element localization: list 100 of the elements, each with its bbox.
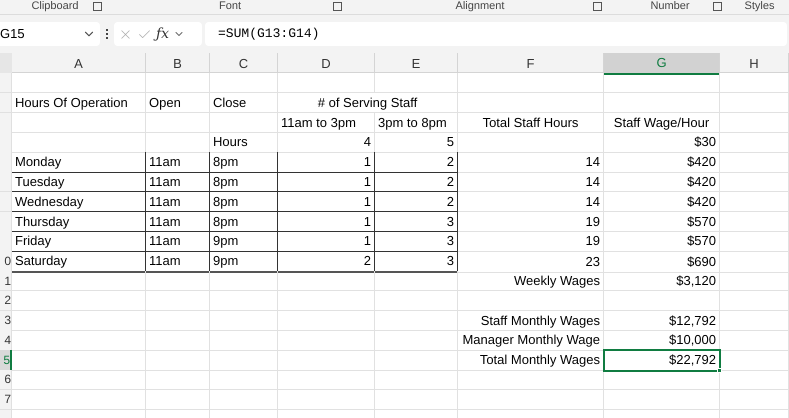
table-cell[interactable]: 1 xyxy=(278,172,375,192)
table-cell[interactable] xyxy=(720,270,789,292)
table-cell[interactable] xyxy=(720,92,789,114)
table-cell[interactable]: Friday xyxy=(12,231,146,252)
table-cell[interactable] xyxy=(375,310,458,332)
table-cell[interactable]: Staff Monthly Wages xyxy=(458,310,604,332)
column-header[interactable]: C xyxy=(210,53,278,74)
table-cell[interactable]: 8pm xyxy=(210,212,278,232)
table-cell[interactable]: 11am xyxy=(146,152,210,173)
table-cell[interactable]: Saturday xyxy=(12,251,146,273)
table-cell[interactable]: 9pm xyxy=(210,231,278,252)
table-cell[interactable] xyxy=(12,270,146,292)
table-cell[interactable] xyxy=(146,73,210,93)
table-cell[interactable]: 4 xyxy=(278,132,375,153)
table-cell[interactable] xyxy=(210,270,278,292)
table-cell[interactable]: $30 xyxy=(604,132,720,153)
table-cell[interactable] xyxy=(720,112,789,134)
table-cell[interactable]: $570 xyxy=(604,231,720,252)
table-cell[interactable] xyxy=(604,92,720,114)
table-cell[interactable] xyxy=(146,370,210,390)
table-cell[interactable]: 1 xyxy=(278,192,375,212)
dialog-launcher-icon[interactable] xyxy=(713,2,722,11)
table-cell[interactable]: Open xyxy=(146,92,210,114)
row-header[interactable]: 4 xyxy=(0,330,12,351)
table-cell[interactable]: 2 xyxy=(375,152,458,173)
table-cell[interactable]: 8pm xyxy=(210,192,278,212)
row-header[interactable]: 0 xyxy=(0,251,12,273)
row-header[interactable]: 1 xyxy=(0,270,12,292)
table-cell[interactable] xyxy=(375,290,458,311)
table-cell[interactable] xyxy=(375,390,458,410)
table-cell[interactable]: 11am xyxy=(146,172,210,192)
table-cell[interactable]: Tuesday xyxy=(12,172,146,192)
table-cell[interactable] xyxy=(720,390,789,410)
table-cell[interactable] xyxy=(720,212,789,232)
table-cell[interactable] xyxy=(146,350,210,371)
table-cell[interactable]: Hours Of Operation xyxy=(12,92,146,114)
table-cell[interactable]: Monday xyxy=(12,152,146,173)
table-cell[interactable]: 3 xyxy=(375,231,458,252)
table-cell[interactable] xyxy=(12,310,146,332)
table-cell[interactable] xyxy=(210,330,278,351)
row-header[interactable] xyxy=(0,73,12,93)
table-cell[interactable]: 11am xyxy=(146,212,210,232)
table-cell[interactable] xyxy=(375,350,458,371)
row-header[interactable] xyxy=(0,112,12,134)
table-cell[interactable] xyxy=(720,330,789,351)
table-cell[interactable]: $22,792 xyxy=(604,350,720,371)
table-cell[interactable] xyxy=(375,270,458,292)
dialog-launcher-icon[interactable] xyxy=(333,2,342,11)
table-cell[interactable] xyxy=(146,290,210,311)
table-cell[interactable]: 23 xyxy=(458,251,604,273)
row-header[interactable] xyxy=(0,212,12,232)
table-cell[interactable]: Wednesday xyxy=(12,192,146,212)
column-header[interactable]: E xyxy=(375,53,458,74)
formula-input[interactable]: =SUM(G13:G14) xyxy=(205,22,787,46)
column-header[interactable]: H xyxy=(720,53,789,74)
table-cell[interactable]: Staff Wage/Hour xyxy=(604,112,720,134)
table-cell[interactable]: 14 xyxy=(458,192,604,212)
table-cell[interactable] xyxy=(278,310,375,332)
more-icon[interactable] xyxy=(103,29,111,39)
table-cell[interactable]: 2 xyxy=(375,172,458,192)
table-cell[interactable] xyxy=(720,251,789,273)
table-cell[interactable]: Total Staff Hours xyxy=(458,112,604,134)
table-cell[interactable] xyxy=(720,172,789,192)
table-cell[interactable] xyxy=(278,73,375,93)
table-cell[interactable] xyxy=(720,290,789,311)
table-cell[interactable] xyxy=(12,73,146,93)
table-cell[interactable]: 3pm to 8pm xyxy=(375,112,458,134)
table-cell[interactable] xyxy=(720,192,789,212)
row-header[interactable]: 6 xyxy=(0,370,12,390)
row-header[interactable] xyxy=(0,192,12,212)
dialog-launcher-icon[interactable] xyxy=(593,2,602,11)
table-cell[interactable] xyxy=(146,112,210,134)
table-cell[interactable]: Close xyxy=(210,92,278,114)
column-header[interactable]: B xyxy=(146,53,210,74)
table-cell[interactable] xyxy=(375,370,458,390)
table-cell[interactable]: $420 xyxy=(604,172,720,192)
table-cell[interactable] xyxy=(604,290,720,311)
table-cell[interactable] xyxy=(146,330,210,351)
row-header[interactable]: 7 xyxy=(0,390,12,410)
table-cell[interactable]: 19 xyxy=(458,212,604,232)
select-all-corner[interactable] xyxy=(0,53,12,74)
table-cell[interactable] xyxy=(720,370,789,390)
table-cell[interactable] xyxy=(458,132,604,153)
table-cell[interactable]: $570 xyxy=(604,212,720,232)
table-cell[interactable] xyxy=(210,290,278,311)
table-cell[interactable] xyxy=(210,310,278,332)
table-cell[interactable]: $12,792 xyxy=(604,310,720,332)
table-cell[interactable] xyxy=(720,73,789,93)
table-cell[interactable]: $3,120 xyxy=(604,270,720,292)
table-cell[interactable]: 8pm xyxy=(210,172,278,192)
table-cell[interactable] xyxy=(12,390,146,410)
table-cell[interactable]: 19 xyxy=(458,231,604,252)
dialog-launcher-icon[interactable] xyxy=(93,2,102,11)
table-cell[interactable] xyxy=(12,370,146,390)
table-cell[interactable] xyxy=(604,390,720,410)
table-cell[interactable]: 1 xyxy=(278,212,375,232)
table-cell[interactable]: Thursday xyxy=(12,212,146,232)
table-cell[interactable] xyxy=(278,390,375,410)
table-cell[interactable] xyxy=(12,112,146,134)
table-cell[interactable]: 2 xyxy=(375,192,458,212)
